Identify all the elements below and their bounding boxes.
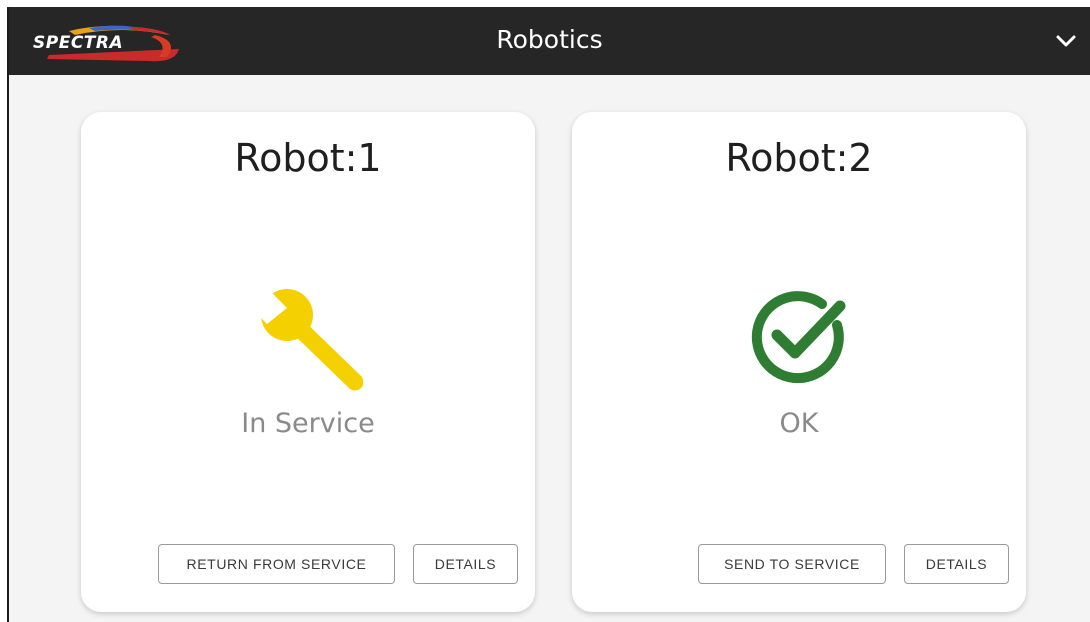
chevron-down-icon bbox=[1056, 35, 1076, 47]
details-button[interactable]: DETAILS bbox=[904, 544, 1009, 584]
check-circle-icon bbox=[744, 282, 854, 392]
wrench-icon bbox=[235, 276, 364, 392]
top-bar: SPECTRA Robotics bbox=[9, 7, 1090, 75]
robot-card-2: Robot:2 OK SEND TO SERVICE DETAILS bbox=[572, 112, 1026, 612]
page-title: Robotics bbox=[496, 25, 603, 54]
robot-name: Robot:2 bbox=[725, 136, 873, 180]
robot-name: Robot:1 bbox=[234, 136, 382, 180]
robot-status: In Service bbox=[241, 408, 375, 439]
send-to-service-button[interactable]: SEND TO SERVICE bbox=[698, 544, 886, 584]
return-from-service-button[interactable]: RETURN FROM SERVICE bbox=[158, 544, 395, 584]
robot-card-1: Robot:1 In Service RETURN FROM SERVICE D… bbox=[81, 112, 535, 612]
app-frame: SPECTRA Robotics Robot:1 In Service RETU… bbox=[7, 7, 1090, 622]
header-menu-toggle[interactable] bbox=[1050, 25, 1082, 57]
robot-status: OK bbox=[779, 408, 819, 439]
details-button[interactable]: DETAILS bbox=[413, 544, 518, 584]
